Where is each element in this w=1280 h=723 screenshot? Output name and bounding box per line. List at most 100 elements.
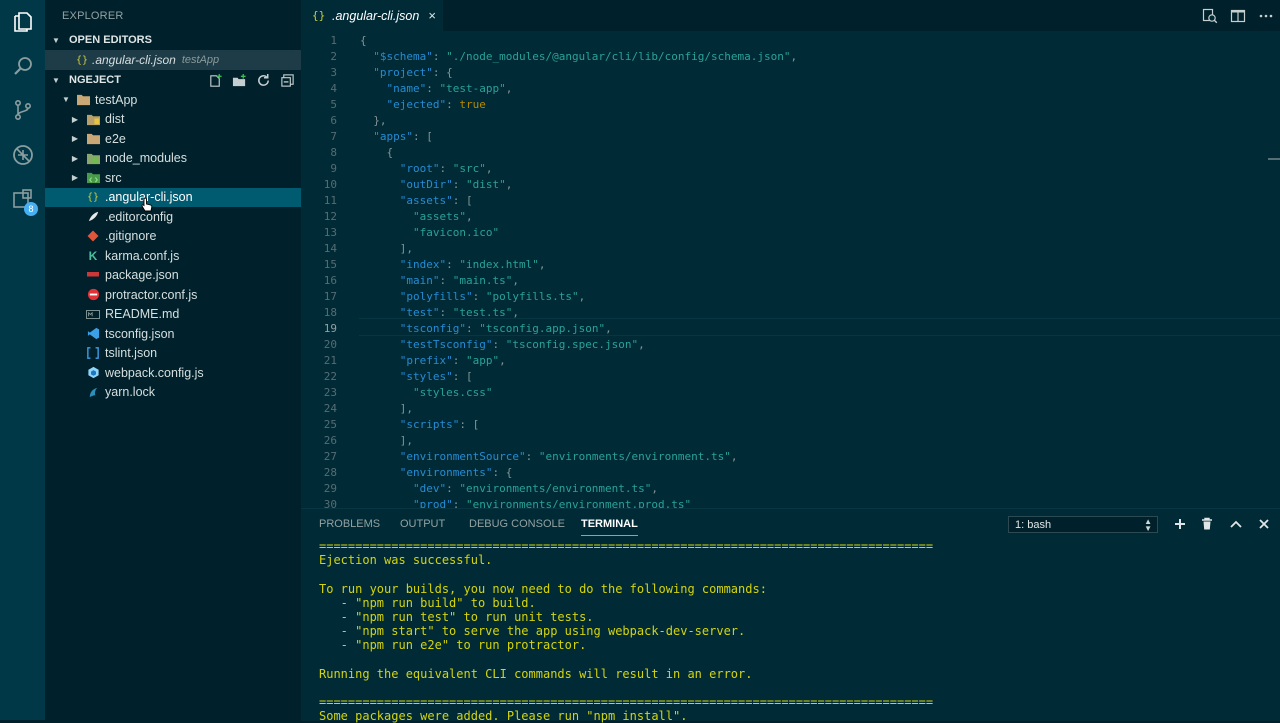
tree-folder-node-modules[interactable]: ▶ node_modules xyxy=(45,149,301,169)
tree-file-package-json[interactable]: package.json xyxy=(45,266,301,286)
folder-icon xyxy=(85,171,101,185)
terminal-line: - "npm run test" to run unit tests. xyxy=(319,609,594,624)
open-editor-item[interactable]: {} .angular-cli.json testApp xyxy=(45,50,301,70)
tree-file-angular-cli[interactable]: {} .angular-cli.json xyxy=(45,187,301,207)
tab-problems[interactable]: PROBLEMS xyxy=(319,518,380,530)
line-number: 18 xyxy=(323,306,337,319)
cursor-icon xyxy=(141,197,153,212)
open-changes-icon[interactable] xyxy=(1202,8,1218,24)
code-line: "polyfills": "polyfills.ts", xyxy=(399,290,586,303)
collapse-all-icon[interactable] xyxy=(280,73,295,88)
line-number: 17 xyxy=(323,290,337,303)
explorer-icon[interactable] xyxy=(0,0,45,44)
maximize-panel-icon[interactable] xyxy=(1229,517,1243,531)
terminal-select[interactable]: 1: bash ▲ ▼ xyxy=(1008,516,1158,533)
tree-file-editorconfig[interactable]: .editorconfig xyxy=(45,207,301,227)
tree-item-label: tsconfig.json xyxy=(105,326,175,341)
tslint-icon xyxy=(85,346,101,360)
line-number: 14 xyxy=(323,242,337,255)
tree-folder-dist[interactable]: ▶ dist xyxy=(45,110,301,130)
project-header[interactable]: ▼ NGEJECT xyxy=(45,70,301,90)
explorer-sidebar: EXPLORER ▼ OPEN EDITORS {} .angular-cli.… xyxy=(45,0,301,720)
terminal-line: - "npm run build" to build. xyxy=(319,595,536,610)
line-number: 23 xyxy=(323,386,337,399)
source-control-icon[interactable] xyxy=(0,88,45,132)
tab-angular-cli-json[interactable]: {} .angular-cli.json × xyxy=(301,0,443,31)
tree-folder-src[interactable]: ▶ src xyxy=(45,168,301,188)
folder-open-icon xyxy=(75,93,91,107)
code-line: "ejected": true xyxy=(386,98,486,111)
code-line: "environmentSource": "environments/envir… xyxy=(399,450,738,463)
code-line: "assets", xyxy=(412,210,473,223)
tree-folder-root[interactable]: ▼ testApp xyxy=(45,90,301,110)
line-number: 16 xyxy=(323,274,337,287)
tree-item-label: yarn.lock xyxy=(105,385,156,400)
line-number: 22 xyxy=(323,370,337,383)
terminal-line: ========================================… xyxy=(319,539,934,553)
tree-file-tsconfig[interactable]: tsconfig.json xyxy=(45,324,301,344)
chevron-down-icon: ▼ xyxy=(52,75,60,85)
tab-label: .angular-cli.json xyxy=(332,8,420,23)
terminal-line: To run your builds, you now need to do t… xyxy=(319,581,767,596)
folder-icon xyxy=(85,151,101,165)
folder-icon xyxy=(85,132,101,146)
line-number: 24 xyxy=(323,402,337,415)
terminal-output[interactable]: ========================================… xyxy=(319,539,1259,723)
refresh-icon[interactable] xyxy=(256,73,271,88)
tree-file-karma[interactable]: K karma.conf.js xyxy=(45,246,301,266)
terminal-line: - "npm run e2e" to run protractor. xyxy=(319,638,587,653)
activity-bar: 8 xyxy=(0,0,45,720)
tree-item-label: testApp xyxy=(95,92,138,107)
new-file-icon[interactable] xyxy=(208,73,223,88)
tree-item-label: node_modules xyxy=(105,151,188,166)
split-editor-icon[interactable] xyxy=(1230,8,1246,24)
line-number: 11 xyxy=(323,194,337,207)
extensions-icon[interactable]: 8 xyxy=(0,177,45,221)
line-number: 30 xyxy=(323,498,337,508)
close-panel-icon[interactable] xyxy=(1257,517,1271,531)
line-number: 3 xyxy=(330,66,337,79)
code-line: ], xyxy=(360,242,413,255)
tree-file-tslint[interactable]: tslint.json xyxy=(45,344,301,364)
line-number: 28 xyxy=(323,466,337,479)
close-icon[interactable]: × xyxy=(428,8,436,23)
tree-folder-e2e[interactable]: ▶ e2e xyxy=(45,129,301,149)
debug-icon[interactable] xyxy=(0,133,45,177)
line-number: 27 xyxy=(323,450,337,463)
tree-file-readme[interactable]: README.md xyxy=(45,305,301,325)
tree-file-yarn-lock[interactable]: yarn.lock xyxy=(45,383,301,403)
editorconfig-icon xyxy=(85,210,101,224)
json-icon: {} xyxy=(76,54,89,66)
scrollbar-marker[interactable] xyxy=(1268,158,1280,160)
tree-file-webpack[interactable]: webpack.config.js xyxy=(45,363,301,383)
terminal-line: - "npm start" to serve the app using web… xyxy=(319,624,746,639)
tree-item-label: src xyxy=(105,170,122,185)
line-number: 10 xyxy=(323,178,337,191)
trash-icon[interactable] xyxy=(1200,517,1214,531)
tree-item-label: tslint.json xyxy=(105,346,158,361)
code-line: "apps": [ xyxy=(373,130,433,143)
more-actions-icon[interactable] xyxy=(1258,8,1274,24)
tab-output[interactable]: OUTPUT xyxy=(400,518,445,530)
new-terminal-icon[interactable] xyxy=(1173,517,1187,531)
tab-terminal[interactable]: TERMINAL xyxy=(581,518,638,536)
chevron-right-icon: ▶ xyxy=(71,114,79,124)
open-editors-header[interactable]: ▼ OPEN EDITORS xyxy=(45,30,301,50)
tree-file-protractor[interactable]: protractor.conf.js xyxy=(45,285,301,305)
code-line: "main": "main.ts", xyxy=(399,274,519,287)
tree-file-gitignore[interactable]: .gitignore xyxy=(45,227,301,247)
search-icon[interactable] xyxy=(0,44,45,88)
tree-item-label: karma.conf.js xyxy=(105,248,180,263)
code-line: "environments": { xyxy=(399,466,513,479)
terminal-select-value: 1: bash xyxy=(1015,518,1052,531)
new-folder-icon[interactable] xyxy=(232,73,247,88)
code-editor[interactable]: 1 2 3 4 5 6 7 8 9 10 11 12 13 14 15 16 17 18 19 20 21 22 23 24 2… xyxy=(301,31,1280,508)
json-icon: {} xyxy=(312,9,326,22)
code-line: "root": "src", xyxy=(399,162,493,175)
code-line: "outDir": "dist", xyxy=(399,178,513,191)
code-line: "prefix": "app", xyxy=(399,354,506,367)
line-number: 4 xyxy=(330,82,337,95)
yarn-icon xyxy=(85,385,101,399)
tab-debug-console[interactable]: DEBUG CONSOLE xyxy=(469,518,565,530)
tree-item-label: README.md xyxy=(105,307,180,322)
